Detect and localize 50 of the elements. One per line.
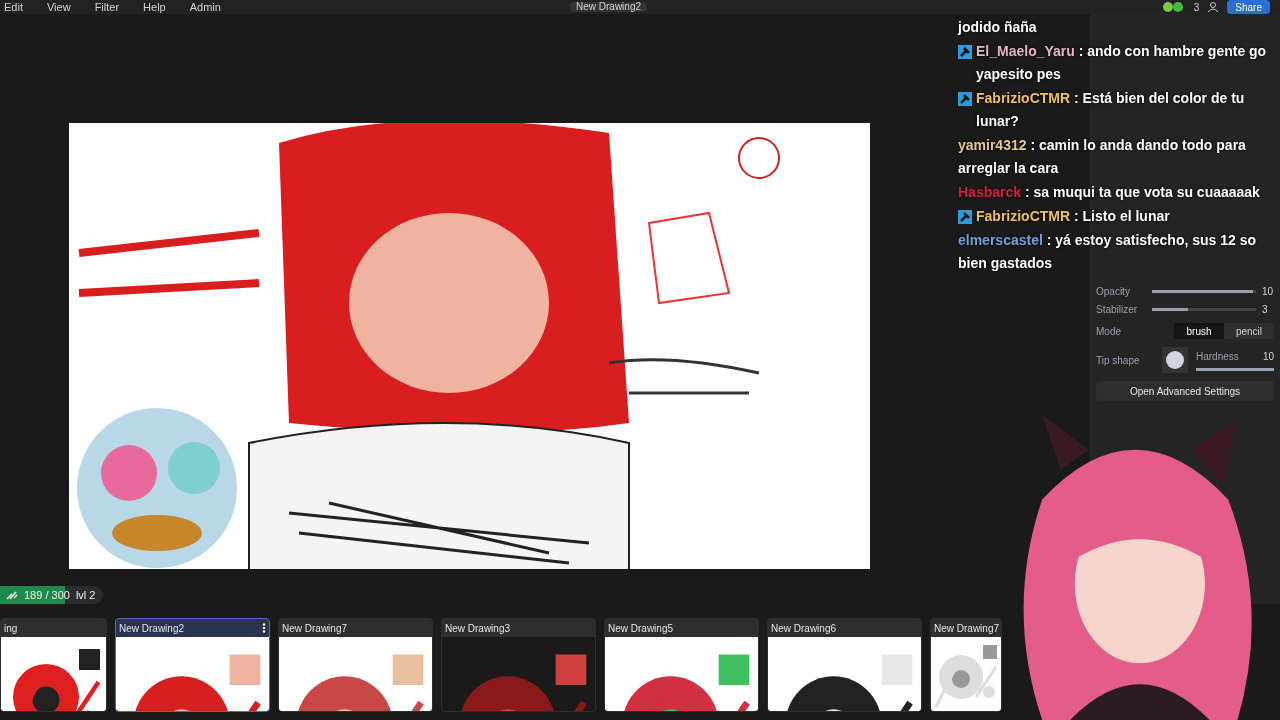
mode-option[interactable]: pencil bbox=[1224, 323, 1274, 339]
document-tab[interactable]: New Drawing2 bbox=[570, 2, 648, 12]
thumbnail-title: New Drawing7 bbox=[934, 621, 1000, 636]
thumbnail-title: New Drawing2 bbox=[119, 621, 185, 636]
user-icon[interactable] bbox=[1207, 2, 1220, 12]
avatar-group-icon bbox=[1161, 2, 1186, 12]
level-label: lvl 2 bbox=[75, 587, 96, 603]
slider-label: Opacity bbox=[1096, 284, 1131, 299]
share-button[interactable]: Share bbox=[1227, 0, 1270, 14]
advanced-settings-button[interactable]: Open Advanced Settings bbox=[1096, 381, 1274, 401]
menu-item[interactable]: Filter bbox=[94, 1, 120, 13]
hardness-reading: 10 bbox=[1262, 350, 1274, 364]
chat-message: yamir4312 : camin lo anda dando todo para arreglar la cara bbox=[958, 136, 1247, 178]
mode-option[interactable]: brush bbox=[1174, 323, 1224, 339]
slider[interactable] bbox=[1152, 307, 1189, 311]
more-icon[interactable] bbox=[262, 623, 266, 633]
thumbnail-title: New Drawing7 bbox=[282, 621, 348, 636]
thumbnail-title: ing bbox=[4, 621, 18, 636]
thumbnail-title: New Drawing5 bbox=[608, 621, 674, 636]
chat-message: El_Maelo_Yaru : ando con hambre gente go yapesito pes bbox=[976, 42, 1268, 84]
user-count: 3 bbox=[1193, 0, 1200, 15]
mode-label: Mode bbox=[1096, 324, 1122, 339]
chat-message: elmerscastel : yá estoy satisfecho, sus 12 so bien gastados bbox=[958, 231, 1258, 273]
menu-item[interactable]: Edit bbox=[4, 1, 23, 13]
drawing-thumbnail[interactable]: New Drawing5 bbox=[604, 618, 759, 712]
slider-label: Stabilizer bbox=[1096, 302, 1139, 317]
chat-message: FabrizioCTMR : Está bien del color de tu lunar? bbox=[976, 89, 1246, 131]
tip-shape-label: Tip shape bbox=[1096, 353, 1141, 368]
drawing-thumbnail[interactable]: ing bbox=[0, 618, 107, 712]
drawing-thumbnail[interactable]: New Drawing7 bbox=[278, 618, 433, 712]
drawing-thumbnail[interactable]: New Drawing7 bbox=[930, 618, 1002, 712]
slider[interactable] bbox=[1152, 289, 1253, 293]
chat-message: FabrizioCTMR : Listo el lunar bbox=[976, 207, 1170, 226]
drawing-thumbnail[interactable]: New Drawing6 bbox=[767, 618, 922, 712]
slider-reading: 10 bbox=[1262, 284, 1274, 299]
brush-icon bbox=[6, 590, 18, 600]
hardness-label: Hardness bbox=[1196, 350, 1239, 364]
menu-item[interactable]: View bbox=[46, 1, 71, 13]
hardness-slider[interactable] bbox=[1196, 368, 1274, 371]
chat-message: Hasbarck : sa muqui ta que vota su cuaaaaak bbox=[958, 183, 1260, 202]
drawing-thumbnail[interactable]: New Drawing3 bbox=[441, 618, 596, 712]
drawing-thumbnail[interactable]: New Drawing2 bbox=[115, 618, 270, 712]
slider-reading: 3 bbox=[1262, 302, 1269, 317]
thumbnail-title: New Drawing3 bbox=[445, 621, 511, 636]
chat-message: jodido ñaña bbox=[958, 18, 1037, 37]
menu-item[interactable]: Admin bbox=[189, 1, 221, 13]
menu-item[interactable]: Help bbox=[143, 1, 166, 13]
xp-reading: 189 / 300 bbox=[24, 587, 70, 603]
tip-shape-button[interactable] bbox=[1162, 347, 1188, 373]
thumbnail-title: New Drawing6 bbox=[771, 621, 837, 636]
